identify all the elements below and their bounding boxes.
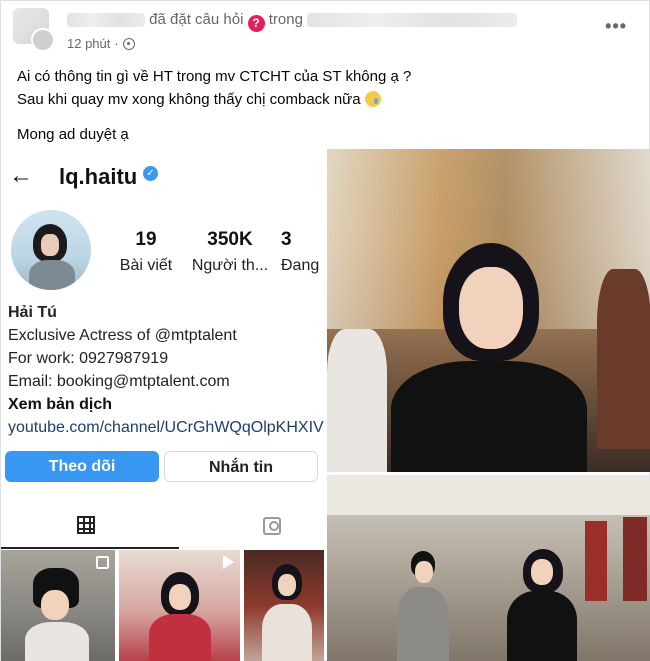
stat-label: Bài viết	[119, 257, 173, 274]
bio-line: Email: booking@mtptalent.com	[8, 373, 230, 390]
profile-name: Hải Tú	[8, 304, 57, 321]
post-line: Mong ad duyệt ạ	[17, 126, 129, 143]
profile-avatar	[11, 210, 91, 290]
stat-value: 19	[135, 229, 157, 250]
author-name-blurred[interactable]	[67, 13, 145, 28]
follow-button: Theo dõi	[5, 451, 159, 482]
profile-thumbnail	[1, 550, 115, 661]
bio-line: For work: 0927987919	[8, 350, 169, 367]
profile-bio: Hải Tú Exclusive Actress of @mtptalent F…	[8, 301, 324, 439]
user-avatar[interactable]	[31, 28, 55, 52]
see-translation-link: Xem bản dịch	[8, 396, 113, 413]
reel-icon	[223, 555, 234, 569]
stat-value: 3	[281, 229, 292, 250]
back-arrow-icon: ←	[9, 162, 33, 189]
stat-value: 350K	[207, 229, 253, 250]
post-header-line: đã đặt câu hỏi ? trong	[67, 11, 518, 32]
facebook-post: đã đặt câu hỏi ? trong 12 phút · ••• Ai …	[0, 0, 650, 661]
message-button: Nhắn tin	[164, 451, 318, 482]
tagged-tab-icon	[263, 517, 281, 535]
bio-line: Exclusive Actress of @mtptalent	[8, 327, 237, 344]
stat-label: Người th...	[191, 257, 269, 274]
instagram-profile-screenshot[interactable]: ← lq.haitu ✓ 19 Bài viết 350K Người th..…	[1, 149, 324, 661]
post-image-grid: ← lq.haitu ✓ 19 Bài viết 350K Người th..…	[1, 149, 650, 661]
post-time[interactable]: 12 phút	[67, 36, 110, 51]
multi-photo-icon	[96, 556, 109, 569]
post-body: Ai có thông tin gì về HT trong mv CTCHT …	[17, 65, 411, 146]
profile-handle: lq.haitu	[59, 164, 138, 189]
group-name-blurred[interactable]	[307, 13, 518, 28]
stat-followers: 350K Người th...	[185, 229, 275, 275]
post-meta: 12 phút ·	[67, 36, 135, 51]
more-icon[interactable]: •••	[605, 17, 627, 35]
bio-link: youtube.com/channel/UCrGhWQqOlpKHXIV	[8, 419, 324, 436]
globe-icon	[122, 37, 135, 50]
active-tab-underline	[1, 547, 179, 549]
stat-following: 3 Đang th	[271, 229, 324, 275]
stat-label: Đang th	[281, 257, 324, 274]
crying-emoji-icon	[364, 91, 381, 107]
post-photo-scene[interactable]	[327, 475, 650, 661]
post-line: Ai có thông tin gì về HT trong mv CTCHT …	[17, 68, 412, 85]
question-badge-icon: ?	[247, 15, 265, 32]
stat-posts: 19 Bài viết	[101, 229, 191, 275]
asked-question-text: đã đặt câu hỏi	[149, 11, 244, 28]
post-avatar-group[interactable]	[13, 8, 55, 52]
profile-thumbnail	[119, 550, 240, 661]
profile-thumbnail	[244, 550, 324, 661]
verified-icon: ✓	[143, 166, 158, 181]
grid-tab-icon	[77, 516, 95, 534]
in-text: trong	[268, 11, 303, 28]
post-line-with-emoji: Sau khi quay mv xong không thấy chị comb…	[17, 88, 411, 111]
post-photo-portrait[interactable]	[327, 149, 650, 472]
